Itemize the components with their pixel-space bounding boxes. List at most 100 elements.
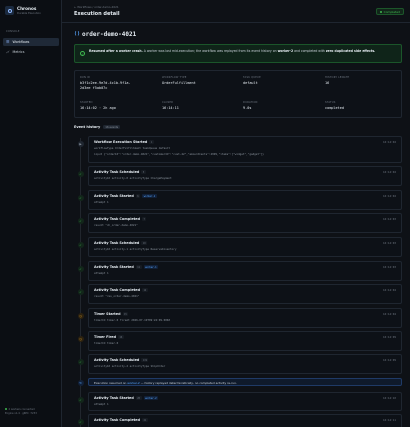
- meta-value: default: [243, 81, 258, 85]
- event-attributes: workflowType OrderFulfillment taskQueue …: [94, 145, 171, 150]
- meta-key: STARTED: [80, 101, 93, 104]
- event-number: 119: [141, 358, 149, 362]
- meta-workflow-type: WORKFLOW TYPE OrderFulfillment: [162, 76, 219, 86]
- check-icon: ✓: [77, 289, 84, 295]
- event-title: Activity Task Scheduled: [94, 170, 140, 174]
- event-attributes: activityId activity-1 activityType Reser…: [94, 246, 177, 251]
- event-attributes: activityId activity-0 activityType Charg…: [94, 175, 172, 180]
- event-title: Workflow Execution Started: [94, 140, 148, 144]
- event-attributes: attempt 1: [94, 199, 109, 204]
- event-row[interactable]: ✓ Activity Task Started 6 worker-1 16:14:02 a…: [77, 190, 402, 210]
- event-title: Activity Task Completed: [94, 217, 141, 221]
- meta-key: STATUS: [325, 101, 336, 104]
- breadcrumb[interactable]: ← Workflows / order-demo-4021: [74, 5, 119, 9]
- event-row[interactable]: ✓ Activity Task Scheduled 5 16:14:02 activit…: [77, 166, 402, 186]
- check-icon: ✓: [77, 397, 84, 403]
- event-title: Activity Task Completed: [94, 288, 141, 292]
- event-time: 16:14:03: [383, 265, 396, 269]
- replay-note-text: worker-2: [127, 381, 140, 385]
- banner-bold-1: Resumed after a worker crash.: [89, 49, 143, 53]
- event-time: 16:14:11: [383, 418, 396, 422]
- workflow-id-heading: ⟨⟩ order-demo-4021: [74, 31, 136, 38]
- status-badge: Completed: [376, 8, 404, 15]
- event-title: Activity Task Started: [94, 194, 134, 198]
- event-time: 16:14:10: [383, 396, 396, 400]
- event-title: Activity Task Started: [94, 396, 134, 400]
- check-icon: ✓: [77, 266, 84, 272]
- event-time: 16:14:02: [383, 170, 396, 174]
- workflow-id: order-demo-4021: [82, 31, 137, 38]
- event-title: Activity Task Scheduled: [94, 358, 140, 362]
- chart-icon: [6, 50, 10, 54]
- event-row[interactable]: ✓ Activity Task Scheduled 10 16:14:03 activi…: [77, 237, 402, 257]
- meta-key: TASK QUEUE: [243, 76, 261, 79]
- check-icon: ✓: [77, 218, 84, 224]
- event-title-row: Activity Task Completed 21: [94, 418, 396, 422]
- worker-tag: worker-1: [142, 194, 157, 198]
- page-title: Execution detail: [74, 11, 120, 17]
- event-row[interactable]: ✓ Activity Task Scheduled 119 16:14:09 activ…: [77, 354, 402, 374]
- meta-key: CLOSED: [162, 101, 174, 104]
- meta-key: DURATION: [243, 101, 258, 104]
- event-time: 16:14:04: [383, 288, 396, 292]
- event-time: 16:14:02: [383, 140, 396, 144]
- check-circle-icon: ✓: [80, 51, 85, 56]
- sidebar-item-label: Workflows: [12, 40, 30, 44]
- event-time: 16:14:04: [383, 312, 396, 316]
- event-title-row: Workflow Execution Started 1: [94, 140, 396, 144]
- meta-value: 16:14:02 · 2h ago: [80, 106, 116, 110]
- sidebar-item-metrics[interactable]: Metrics: [3, 48, 59, 56]
- event-number: 12: [142, 288, 148, 292]
- event-time: 16:14:03: [383, 217, 396, 221]
- event-title-row: Activity Task Completed 7: [94, 217, 396, 221]
- meta-history-length: HISTORY LENGTH 16: [325, 76, 382, 86]
- event-time: 16:14:03: [383, 241, 396, 245]
- workers-connected: 2 workers connected: [8, 408, 35, 411]
- event-title: Activity Task Started: [94, 265, 134, 269]
- event-time: 16:14:09: [383, 335, 396, 339]
- topbar: ← Workflows / order-demo-4021 Execution …: [62, 0, 410, 20]
- replay-note-text: — history replayed deterministically, no…: [139, 381, 237, 385]
- event-attributes: timerId timer-0 fireAt 2026-07-19T09:24:…: [94, 317, 171, 322]
- meta-key: HISTORY LENGTH: [325, 76, 350, 79]
- event-attributes: timerId timer-0: [94, 340, 119, 345]
- event-number: 11: [135, 265, 142, 269]
- check-icon: ✓: [77, 195, 84, 201]
- event-number: 20: [135, 396, 142, 400]
- event-row[interactable]: ✓ Activity Task Completed 7 16:14:03 result …: [77, 213, 402, 233]
- event-row[interactable]: ▶ Workflow Execution Started 1 16:14:02 work…: [77, 136, 402, 163]
- worker-tag: worker-1: [143, 265, 159, 269]
- event-row[interactable]: ✓ Activity Task Started 11 worker-1 16:14:03…: [77, 261, 402, 281]
- event-row[interactable]: ◷ Timer Started 15 16:14:04 timerId timer-0 …: [77, 308, 402, 328]
- event-title-row: Activity Task Scheduled 119: [94, 358, 396, 362]
- meta-value: OrderFulfillment: [162, 81, 196, 85]
- event-history-title: Event history: [74, 125, 101, 129]
- event-history-heading: Event history 16 events: [74, 125, 121, 129]
- brand-title: Chronos: [17, 6, 37, 12]
- event-row[interactable]: ◷ Timer Fired 16 16:14:09 timerId timer-0: [77, 331, 402, 351]
- event-number: 6: [135, 194, 141, 198]
- event-number: 1: [149, 140, 154, 144]
- play-icon: ▶: [77, 141, 84, 147]
- meta-key: RUN ID: [80, 76, 91, 79]
- banner-text-1: A worker was lost mid-execution; the wor…: [142, 49, 278, 53]
- clock-icon: ◷: [77, 336, 84, 342]
- event-row[interactable]: ✓ Activity Task Completed 21 16:14:11: [77, 414, 402, 427]
- meta-status: STATUS completed: [325, 101, 382, 111]
- sidebar-item-workflows[interactable]: Workflows: [3, 38, 59, 46]
- meta-closed: CLOSED 16:14:11: [162, 101, 219, 111]
- engine-version: Engine v1.4 · gRPC :7233: [5, 412, 37, 415]
- meta-duration: DURATION 9.0s: [243, 101, 300, 111]
- event-title-row: Activity Task Scheduled 5: [94, 170, 396, 174]
- banner-text-2: and completed with: [293, 49, 326, 53]
- check-icon: ✓: [77, 171, 84, 177]
- event-row[interactable]: ✓ Activity Task Started 20 worker-2 16:14:10…: [77, 392, 402, 411]
- clock-icon: ◷: [77, 313, 84, 319]
- event-attributes: attempt 1: [94, 401, 109, 406]
- replay-note: ↻ Execution resumed on worker-2 — history…: [77, 378, 402, 386]
- brand[interactable]: Chronos Durable Execution: [5, 6, 41, 15]
- event-number: 7: [142, 217, 147, 221]
- event-row[interactable]: ✓ Activity Task Completed 12 16:14:04 result…: [77, 284, 402, 304]
- meta-value: 16:14:11: [162, 106, 179, 110]
- check-icon: ✓: [77, 359, 84, 365]
